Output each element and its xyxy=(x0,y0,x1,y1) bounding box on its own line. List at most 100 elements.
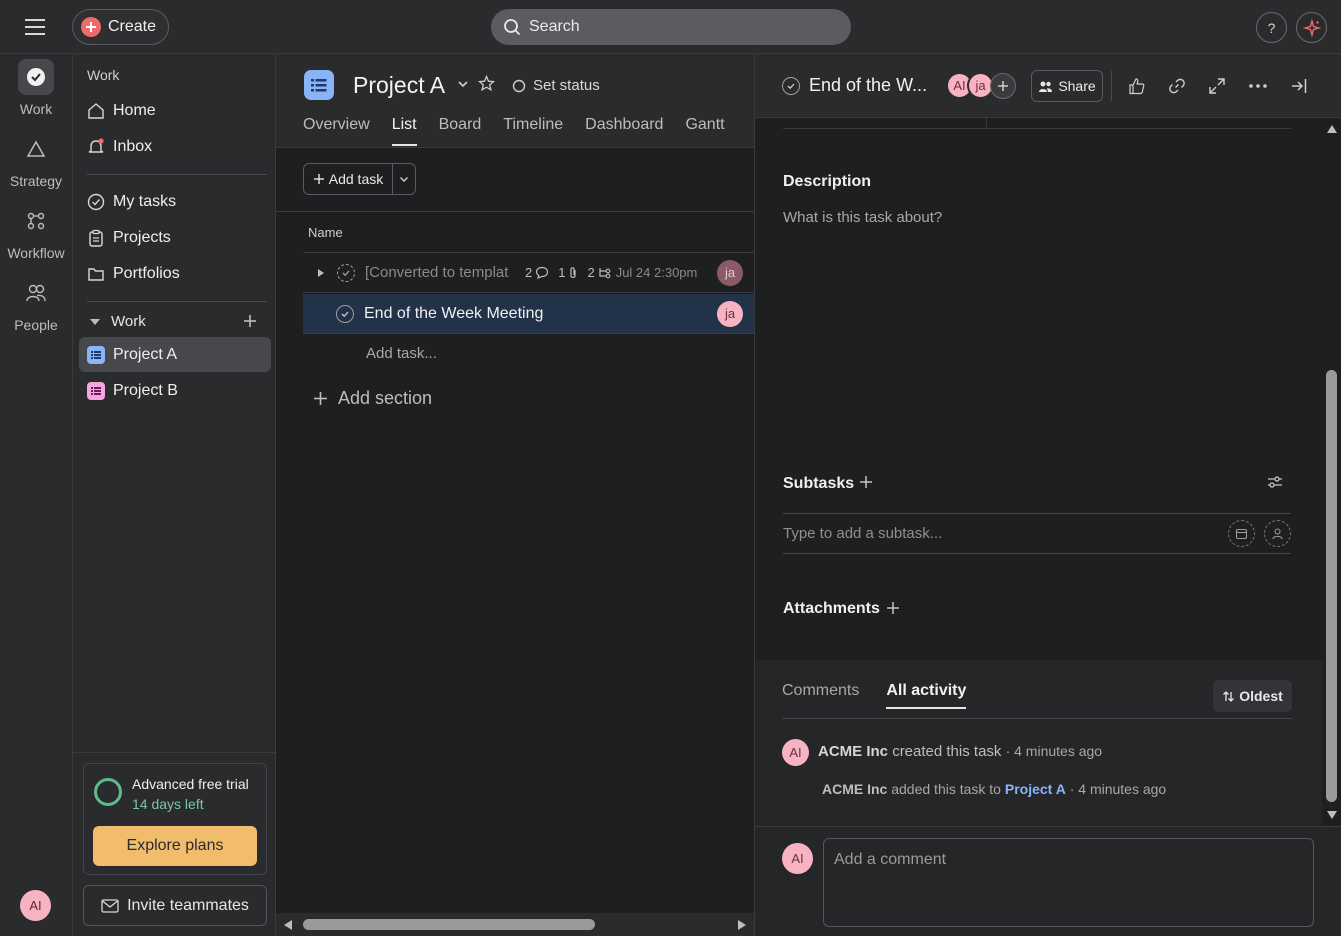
work-section-header[interactable]: Work xyxy=(89,313,259,330)
star-icon[interactable] xyxy=(478,75,495,92)
assignee-person-icon[interactable] xyxy=(1264,520,1291,547)
comment-composer: AI Add a comment xyxy=(755,826,1341,936)
trial-title: Advanced free trial xyxy=(132,776,249,792)
activity-divider xyxy=(782,718,1292,719)
add-task-button[interactable]: Add task xyxy=(304,164,393,194)
rail-label-strategy: Strategy xyxy=(9,173,63,189)
invite-teammates-button[interactable]: Invite teammates xyxy=(83,885,267,926)
sidebar-item-label: Projects xyxy=(113,228,171,246)
tab-overview[interactable]: Overview xyxy=(303,116,370,146)
column-header-name[interactable]: Name xyxy=(303,212,754,253)
scroll-up-arrow-icon[interactable] xyxy=(1326,124,1338,134)
add-project-icon[interactable] xyxy=(241,312,259,330)
more-options-icon[interactable] xyxy=(1243,71,1273,101)
activity-avatar[interactable]: AI xyxy=(782,739,809,766)
project-main: Project A Set status Overview List Board… xyxy=(276,55,754,936)
ai-sparkle-icon[interactable] xyxy=(1296,12,1327,43)
activity-section: Comments All activity Oldest AI ACME Inc… xyxy=(755,660,1322,826)
project-title: Project A xyxy=(353,72,446,98)
tab-comments[interactable]: Comments xyxy=(782,682,859,709)
subtask-input[interactable]: Type to add a subtask... xyxy=(783,513,1291,554)
sort-oldest-button[interactable]: Oldest xyxy=(1213,680,1292,712)
like-thumb-icon[interactable] xyxy=(1122,71,1152,101)
help-button[interactable]: ? xyxy=(1256,12,1287,43)
add-task-inline[interactable]: Add task... xyxy=(366,345,437,362)
scrollbar-thumb[interactable] xyxy=(303,919,595,930)
scroll-right-arrow-icon[interactable] xyxy=(737,919,747,931)
add-attachment-icon[interactable] xyxy=(886,601,900,615)
activity-project-link[interactable]: Project A xyxy=(1005,781,1066,797)
sidebar-item-projects[interactable]: Projects xyxy=(79,220,271,255)
sidebar-item-project-a[interactable]: Project A xyxy=(79,337,271,372)
add-task-dropdown-chevron-icon[interactable] xyxy=(393,164,415,194)
create-button[interactable]: Create xyxy=(72,9,169,45)
rail-item-strategy[interactable]: Strategy xyxy=(0,131,72,189)
sidebar-item-portfolios[interactable]: Portfolios xyxy=(79,256,271,291)
description-input[interactable]: What is this task about? xyxy=(783,209,942,226)
sidebar-item-home[interactable]: Home xyxy=(79,93,271,128)
tab-dashboard[interactable]: Dashboard xyxy=(585,116,663,146)
sidebar-item-my-tasks[interactable]: My tasks xyxy=(79,184,271,219)
sidebar-header: Work xyxy=(87,67,120,83)
sidebar-divider xyxy=(87,174,267,175)
add-section-button[interactable]: Add section xyxy=(313,388,432,409)
subtask-settings-icon[interactable] xyxy=(1267,475,1283,489)
close-pane-icon[interactable] xyxy=(1284,71,1314,101)
paperclip-icon xyxy=(568,266,578,280)
sidebar-item-inbox[interactable]: Inbox xyxy=(79,129,271,164)
expand-icon[interactable] xyxy=(1202,71,1232,101)
plus-icon xyxy=(313,173,325,185)
due-date-calendar-icon[interactable] xyxy=(1228,520,1255,547)
tab-gantt[interactable]: Gantt xyxy=(685,116,724,146)
task-complete-check-icon[interactable] xyxy=(336,304,354,323)
clipboard-icon xyxy=(87,229,105,247)
set-status-button[interactable]: Set status xyxy=(512,77,600,94)
project-tabs: Overview List Board Timeline Dashboard G… xyxy=(303,116,725,146)
explore-plans-button[interactable]: Explore plans xyxy=(93,826,257,866)
tab-list[interactable]: List xyxy=(391,116,417,146)
attachment-count: 1 xyxy=(558,265,566,280)
trial-card: Advanced free trial 14 days left Explore… xyxy=(83,763,267,875)
vertical-scrollbar[interactable] xyxy=(1322,118,1341,826)
add-collaborator-icon[interactable] xyxy=(990,73,1016,99)
sidebar-item-label: Project A xyxy=(113,345,178,363)
subtask-icon xyxy=(598,267,612,279)
assignee-avatar[interactable]: ja xyxy=(717,259,743,286)
link-icon[interactable] xyxy=(1162,71,1192,101)
add-subtask-icon[interactable] xyxy=(859,475,873,489)
horizontal-scrollbar[interactable] xyxy=(276,913,754,936)
top-bar: Create Search ? xyxy=(0,0,1341,54)
expand-caret-icon[interactable] xyxy=(317,268,325,278)
menu-icon[interactable] xyxy=(24,16,48,38)
rail-item-workflow[interactable]: Workflow xyxy=(0,203,72,261)
task-row[interactable]: [Converted to templat 2 1 2 Jul 24 2:30p… xyxy=(303,253,754,293)
trial-progress-ring-icon xyxy=(93,777,123,807)
assignee-avatar[interactable]: ja xyxy=(717,300,743,327)
mark-complete-check-icon[interactable] xyxy=(782,77,800,95)
user-avatar[interactable]: AI xyxy=(20,890,51,921)
comment-count: 2 xyxy=(525,265,533,280)
share-button[interactable]: Share xyxy=(1031,70,1103,102)
tab-board[interactable]: Board xyxy=(439,116,482,146)
rail-item-people[interactable]: People xyxy=(0,275,72,333)
task-row-selected[interactable]: End of the Week Meeting ja xyxy=(303,294,754,334)
rail-item-work[interactable]: Work xyxy=(0,59,72,117)
mail-icon xyxy=(101,898,119,913)
scroll-left-arrow-icon[interactable] xyxy=(283,919,293,931)
activity-added-actor[interactable]: ACME Inc xyxy=(822,781,887,797)
task-complete-check-icon[interactable] xyxy=(337,263,355,282)
detail-task-title[interactable]: End of the W... xyxy=(809,75,927,96)
add-task-button-group: Add task xyxy=(303,163,416,195)
chevron-down-icon[interactable] xyxy=(456,77,470,91)
activity-actor[interactable]: ACME Inc xyxy=(818,743,888,760)
search-icon xyxy=(503,18,521,36)
scroll-down-arrow-icon[interactable] xyxy=(1326,810,1338,820)
workflow-icon xyxy=(18,203,54,239)
search-input[interactable]: Search xyxy=(491,9,851,45)
scrollbar-thumb[interactable] xyxy=(1326,370,1337,802)
sidebar-item-project-b[interactable]: Project B xyxy=(79,373,271,408)
commenter-avatar: AI xyxy=(782,843,813,874)
tab-timeline[interactable]: Timeline xyxy=(503,116,563,146)
tab-all-activity[interactable]: All activity xyxy=(886,682,967,709)
comment-input[interactable]: Add a comment xyxy=(823,838,1314,927)
